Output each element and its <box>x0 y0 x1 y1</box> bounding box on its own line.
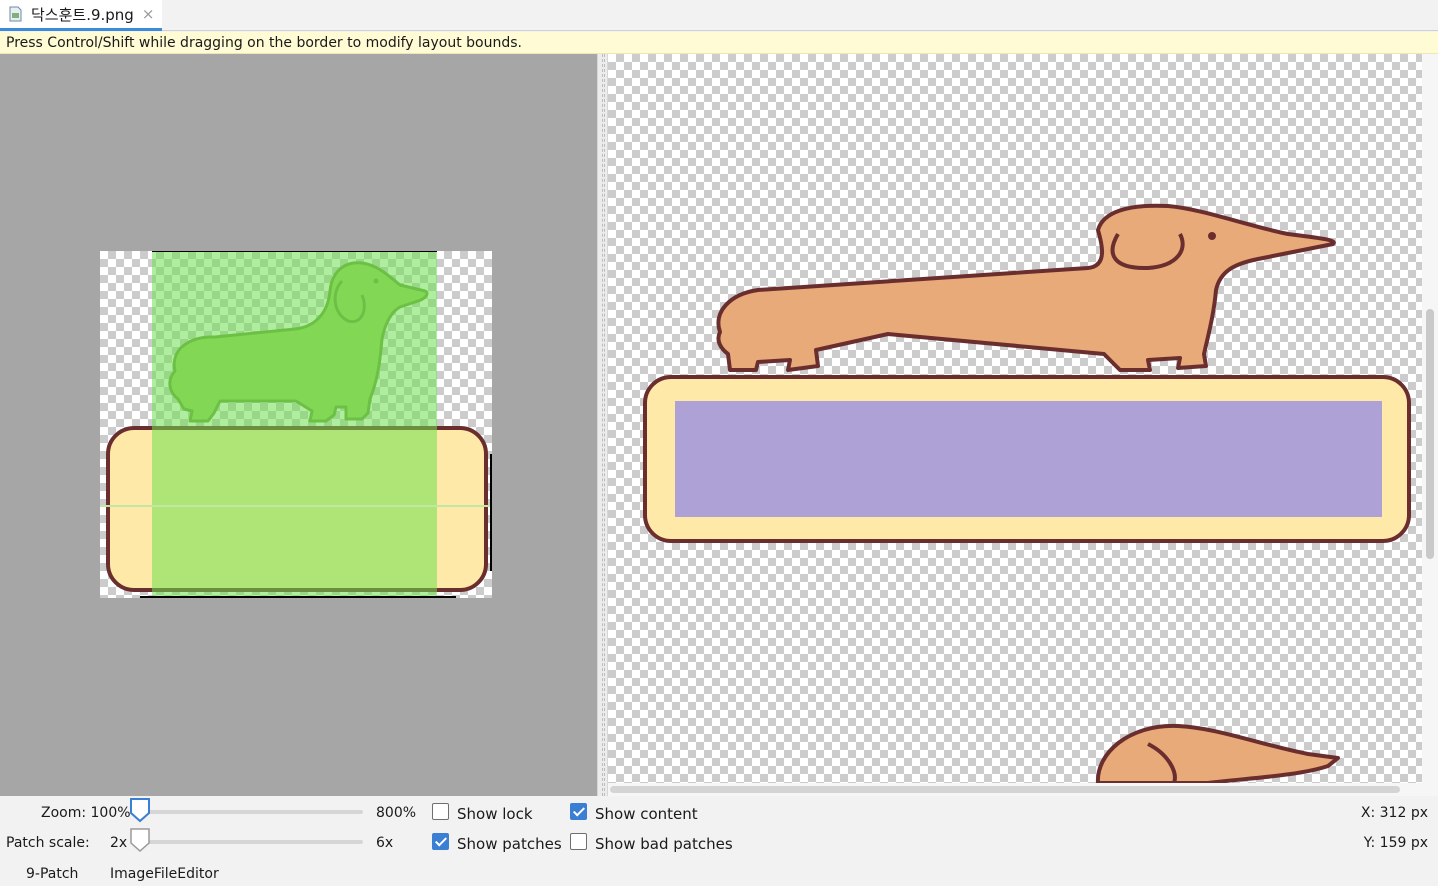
scroll-thumb[interactable] <box>1426 309 1434 559</box>
close-tab-icon[interactable]: × <box>142 6 155 22</box>
horizontal-stretch-patch <box>152 251 437 598</box>
patch-scale-slider-track[interactable] <box>138 840 363 844</box>
preview-vertical-scrollbar[interactable] <box>1422 54 1438 796</box>
show-bad-patches-checkbox[interactable] <box>570 833 587 850</box>
patch-scale-slider-thumb[interactable] <box>129 827 151 853</box>
file-tab-label: 닥스훈트.9.png <box>31 5 134 24</box>
file-tab[interactable]: 닥스훈트.9.png × <box>0 0 162 31</box>
content-area <box>675 401 1382 517</box>
zoom-slider-thumb[interactable] <box>129 797 151 823</box>
patch-scale-label: Patch scale: <box>6 835 90 851</box>
zoom-label: Zoom: 100% <box>41 805 131 821</box>
stretch-preview-pane <box>608 54 1438 796</box>
show-patches-checkbox[interactable] <box>432 833 449 850</box>
patch-scale-max-label: 6x <box>376 835 394 851</box>
show-content-label[interactable]: Show content <box>595 805 698 823</box>
preview-horizontal-scrollbar[interactable] <box>608 783 1422 796</box>
show-lock-label[interactable]: Show lock <box>457 805 533 823</box>
splitter-grip <box>602 54 603 796</box>
show-patches-label[interactable]: Show patches <box>457 835 562 853</box>
editor-controls: Zoom: 100% 800% Patch scale: 2x 6x Show … <box>0 796 1438 862</box>
stretched-dachshund <box>716 203 1336 372</box>
show-bad-patches-label[interactable]: Show bad patches <box>595 835 733 853</box>
second-dachshund <box>1095 723 1340 783</box>
nine-patch-image-canvas[interactable] <box>100 251 492 598</box>
x-coordinate-readout: X: 312 px <box>1360 805 1428 821</box>
zoom-slider-track[interactable] <box>138 810 363 814</box>
tab-9-patch[interactable]: 9-Patch <box>26 866 78 882</box>
editor-tab-bar: 닥스훈트.9.png × <box>0 0 1438 31</box>
patch-editor-pane[interactable] <box>0 54 597 796</box>
editor-mode-tabs: 9-Patch ImageFileEditor <box>0 862 1438 886</box>
splitter-grip <box>604 54 605 796</box>
y-coordinate-readout: Y: 159 px <box>1363 835 1428 851</box>
nine-patch-editor-window: 닥스훈트.9.png × Press Control/Shift while d… <box>0 0 1438 886</box>
pane-splitter[interactable] <box>597 54 608 796</box>
stretch-preview-canvas <box>608 54 1422 783</box>
show-lock-checkbox[interactable] <box>432 803 449 820</box>
layout-bounds-hint: Press Control/Shift while dragging on th… <box>0 32 1438 54</box>
zoom-max-label: 800% <box>376 805 417 821</box>
image-file-icon <box>9 6 22 22</box>
tab-image-file-editor[interactable]: ImageFileEditor <box>110 866 219 882</box>
show-content-checkbox[interactable] <box>570 803 587 820</box>
scroll-thumb[interactable] <box>610 786 1400 793</box>
patch-scale-min-label: 2x <box>110 835 128 851</box>
